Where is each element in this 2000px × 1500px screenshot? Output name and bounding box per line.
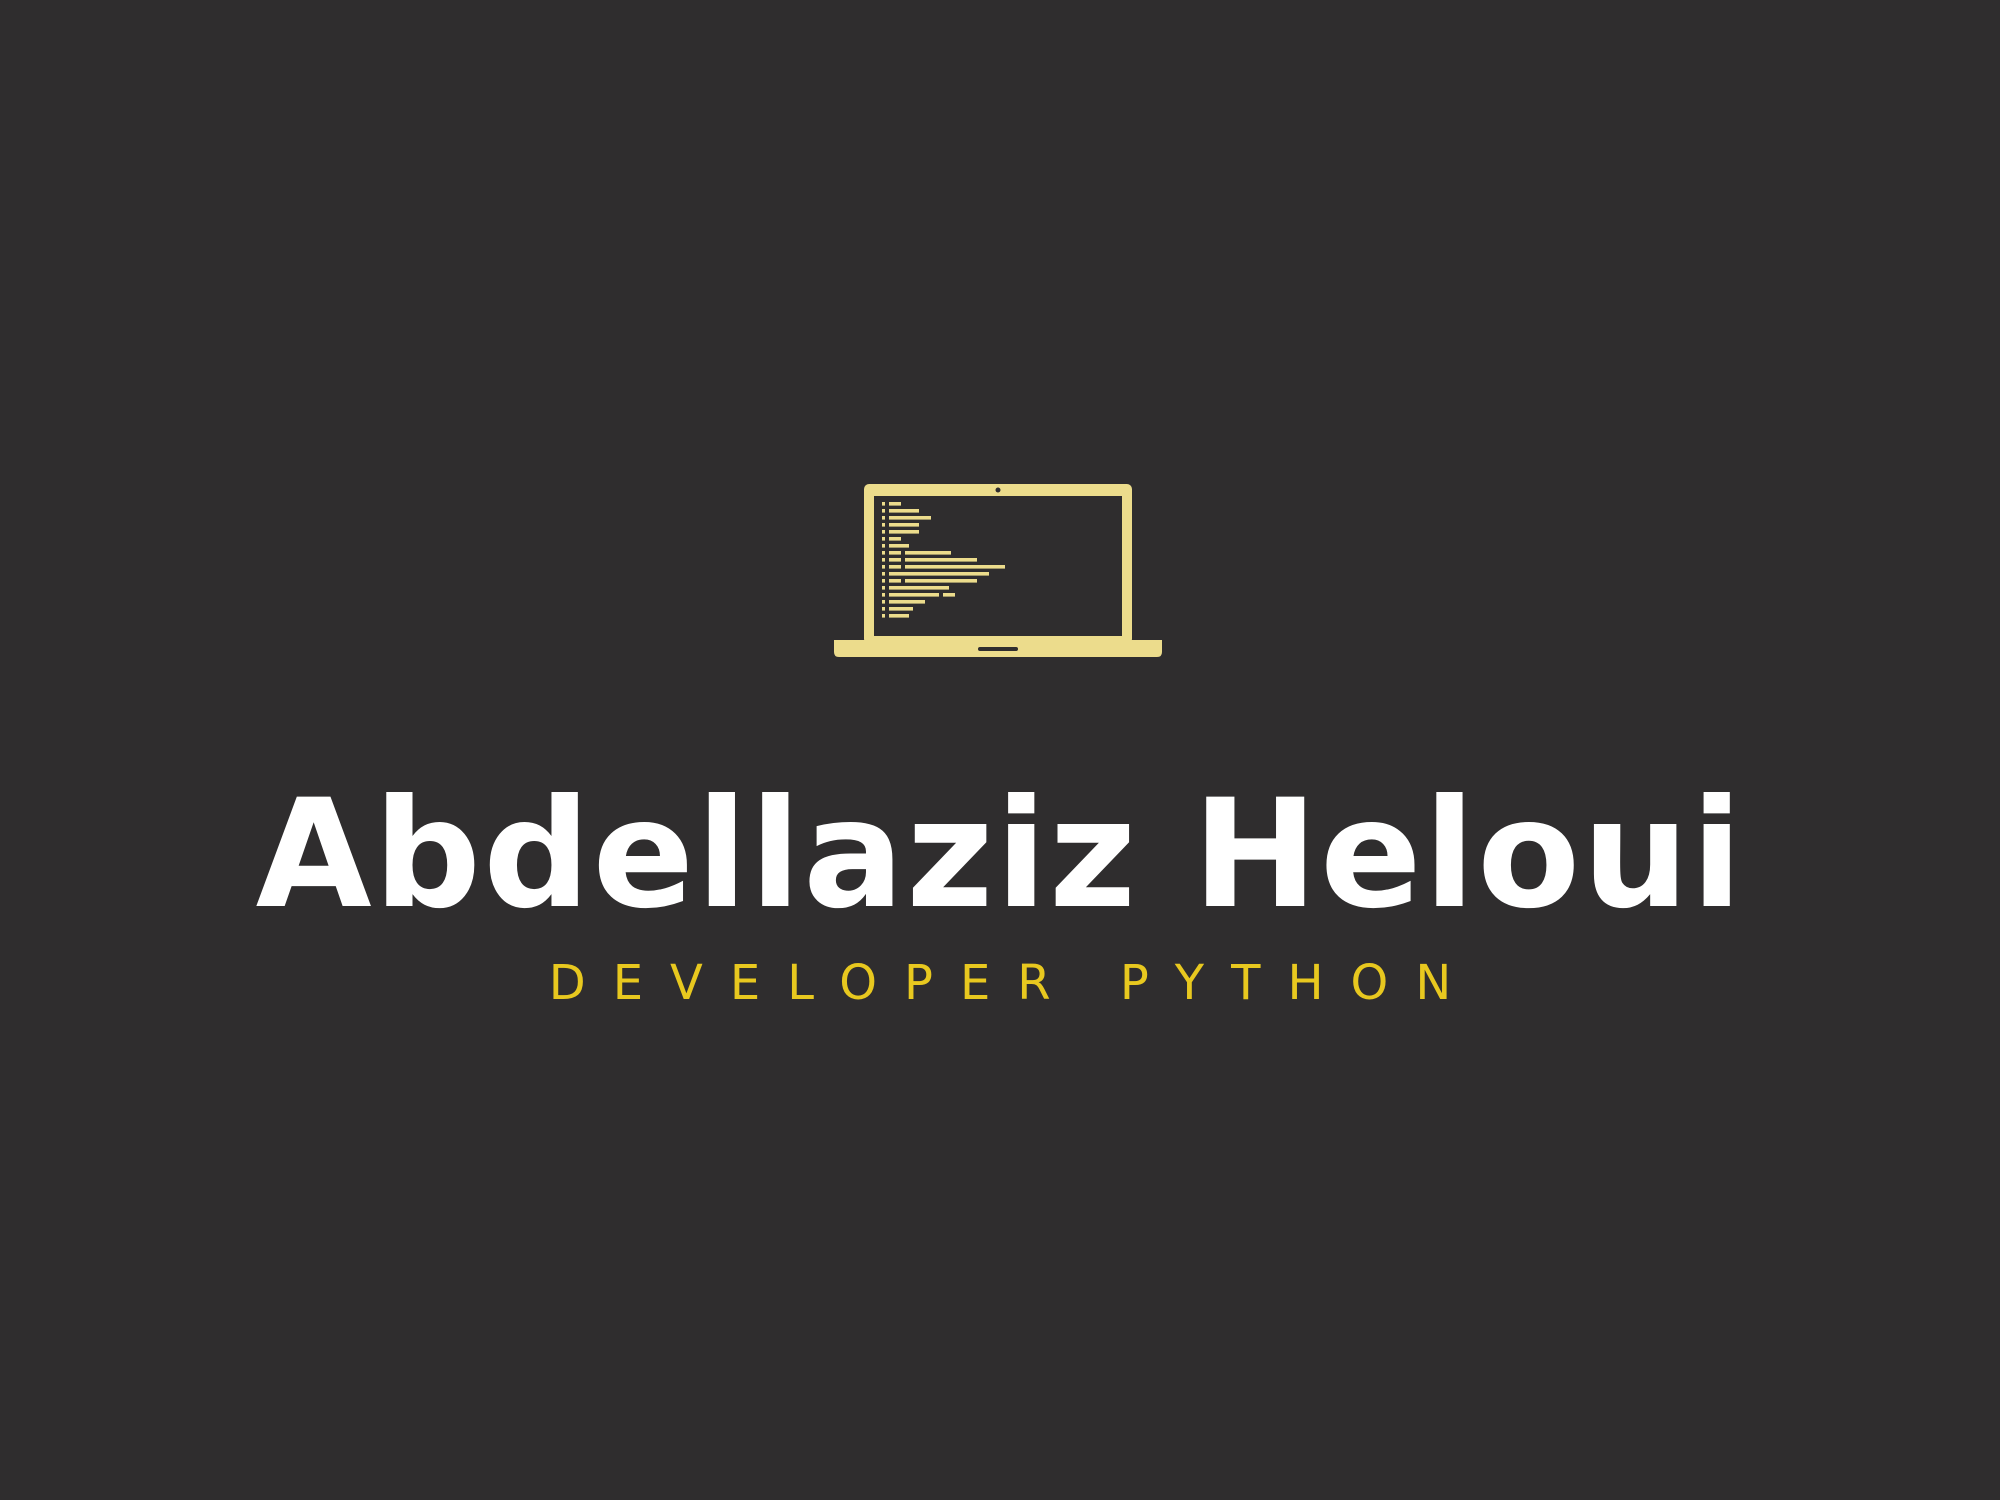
brand-name: Abdellaziz Heloui — [255, 768, 1745, 942]
code-line-segment — [905, 565, 1005, 569]
code-gutter-mark — [882, 614, 885, 618]
code-gutter-mark — [882, 607, 885, 611]
code-gutter-mark — [882, 523, 885, 527]
code-line — [889, 530, 919, 534]
code-gutter-mark — [882, 530, 885, 534]
code-line-segment — [943, 593, 955, 597]
code-line — [889, 523, 919, 527]
code-gutter-mark — [882, 502, 885, 506]
code-gutter-mark — [882, 551, 885, 555]
code-line — [889, 593, 939, 597]
code-gutter-mark — [882, 586, 885, 590]
code-gutter-mark — [882, 593, 885, 597]
code-line — [889, 509, 919, 513]
code-line — [889, 537, 901, 541]
code-line — [889, 607, 913, 611]
code-line — [889, 516, 931, 520]
brand-tagline: DEVELOPER PYTHON — [548, 955, 1479, 1011]
logo-canvas: Abdellaziz Heloui DEVELOPER PYTHON — [0, 0, 2000, 1500]
code-gutter-mark — [882, 572, 885, 576]
code-line — [889, 600, 925, 604]
code-gutter-mark — [882, 600, 885, 604]
code-line — [889, 572, 989, 576]
code-line — [889, 579, 901, 583]
code-gutter-mark — [882, 516, 885, 520]
code-gutter-mark — [882, 558, 885, 562]
code-line — [889, 565, 901, 569]
laptop-code-icon — [832, 482, 1164, 660]
code-line-segment — [905, 579, 977, 583]
code-line — [889, 544, 909, 548]
code-line — [889, 558, 901, 562]
code-gutter-mark — [882, 579, 885, 583]
code-line — [889, 614, 909, 618]
code-line — [889, 502, 901, 506]
code-gutter-mark — [882, 544, 885, 548]
code-line-segment — [905, 551, 951, 555]
code-line — [889, 551, 901, 555]
code-gutter-mark — [882, 509, 885, 513]
code-gutter-mark — [882, 537, 885, 541]
code-gutter-mark — [882, 565, 885, 569]
code-line-segment — [905, 558, 977, 562]
code-line — [889, 586, 949, 590]
